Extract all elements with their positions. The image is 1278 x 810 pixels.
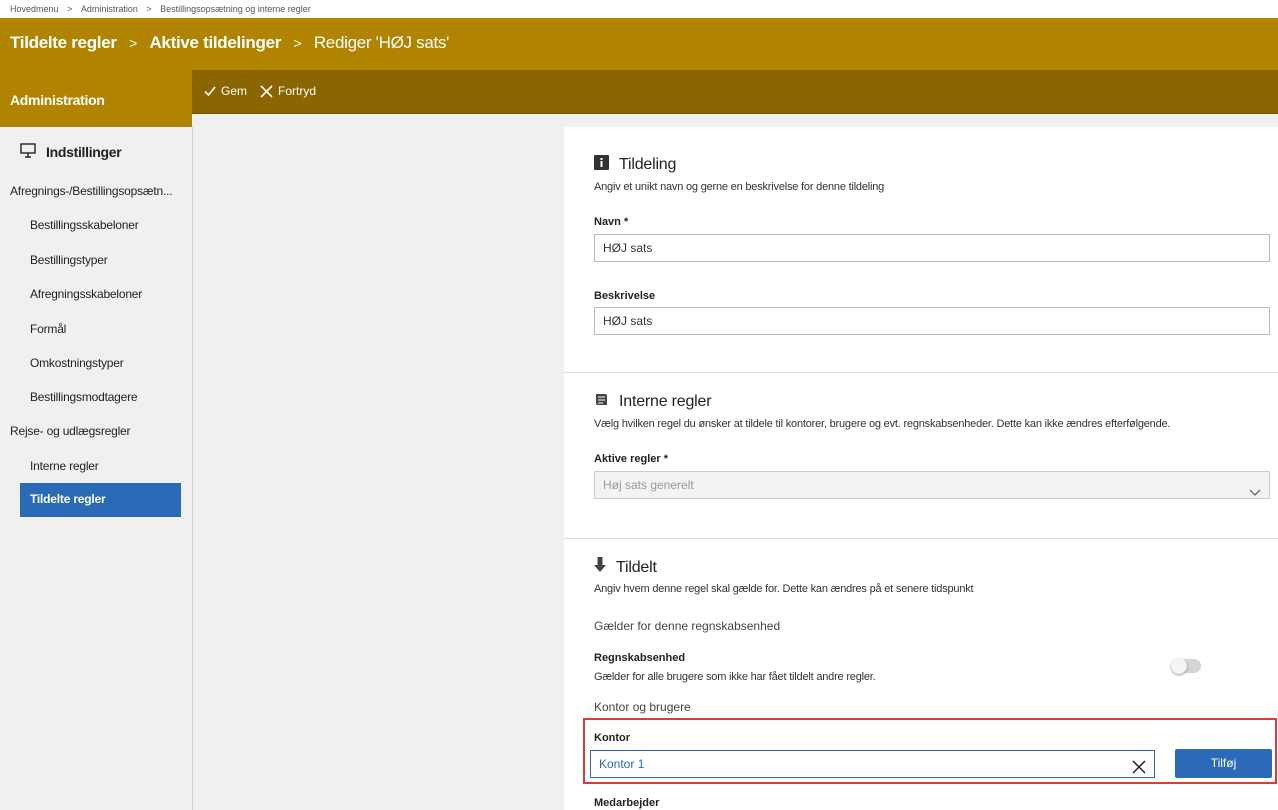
close-icon	[260, 84, 273, 98]
section-title-interne-regler: Interne regler	[594, 392, 712, 412]
section-description: Angiv hvem denne regel skal gælde for. D…	[594, 583, 974, 595]
section-title-label: Interne regler	[619, 393, 712, 410]
unit-label: Regnskabsenhed	[594, 652, 686, 664]
cancel-label: Fortryd	[278, 84, 317, 98]
unit-description: Gælder for alle brugere som ikke har fåe…	[594, 671, 876, 683]
breadcrumb-item-administration[interactable]: Administration	[81, 0, 138, 18]
applies-heading: Gælder for denne regnskabsenhed	[594, 619, 781, 633]
sidebar-header-label: Administration	[10, 92, 105, 108]
section-title-label: Tildelt	[616, 558, 657, 576]
sidebar-item-label: Tildelte regler	[30, 492, 106, 506]
monitor-icon	[20, 143, 36, 161]
clear-icon[interactable]	[1132, 757, 1146, 783]
page-title: Rediger 'HØJ sats'	[313, 33, 450, 52]
add-button[interactable]: Tilføj	[1175, 749, 1272, 778]
sidebar-item-omkostningstyper[interactable]: Omkostningstyper	[30, 356, 124, 370]
employee-field-label: Medarbejder	[594, 797, 660, 809]
cancel-button[interactable]: Fortryd	[260, 84, 316, 98]
edit-form-card: Tildeling Angiv et unikt navn og gerne e…	[564, 127, 1278, 810]
title-bar: Tildelte regler > Aktive tildelinger > R…	[0, 18, 1278, 70]
sidebar-item-bestillingsskabeloner[interactable]: Bestillingsskabeloner	[30, 218, 139, 232]
description-field-label: Beskrivelse	[594, 290, 656, 302]
arrow-down-icon	[594, 557, 606, 578]
info-icon	[594, 155, 609, 175]
action-toolbar: Gem Fortryd	[192, 70, 1278, 114]
save-label: Gem	[221, 84, 248, 98]
breadcrumb-separator: >	[67, 4, 73, 14]
sidebar-item-bestillingstyper[interactable]: Bestillingstyper	[30, 253, 108, 267]
breadcrumb-item-current[interactable]: Bestillingsopsætning og interne regler	[160, 0, 311, 18]
toggle-knob	[1171, 658, 1187, 674]
save-button[interactable]: Gem	[204, 84, 247, 98]
sidebar-item-bestillingsmodtagere[interactable]: Bestillingsmodtagere	[30, 390, 138, 404]
title-separator: >	[293, 35, 302, 51]
section-divider	[564, 538, 1278, 539]
title-crumb-tildelte-regler[interactable]: Tildelte regler	[10, 33, 117, 52]
sidebar-item-afregnings-bestillingsopsaetning[interactable]: Afregnings-/Bestillingsopsætn...	[10, 184, 173, 198]
name-field[interactable]: HØJ sats	[594, 234, 1270, 262]
sidebar-group-label: Indstillinger	[46, 144, 122, 160]
sidebar-item-interne-regler[interactable]: Interne regler	[30, 459, 99, 473]
checkmark-icon	[204, 85, 216, 97]
sidebar-item-afregningsskabeloner[interactable]: Afregningsskabeloner	[30, 287, 142, 301]
active-rules-label: Aktive regler *	[594, 453, 668, 465]
section-title-tildelt: Tildelt	[594, 557, 657, 578]
office-input-value: Kontor 1	[599, 757, 645, 771]
scroll-icon	[594, 392, 609, 412]
section-title-label: Tildeling	[619, 156, 677, 173]
chevron-down-icon	[1249, 480, 1261, 506]
section-title-tildeling: Tildeling	[594, 155, 676, 175]
title-crumb-aktive-tildelinger[interactable]: Aktive tildelinger	[149, 33, 281, 52]
name-field-label: Navn *	[594, 216, 629, 228]
active-rules-value: Høj sats generelt	[603, 478, 694, 492]
breadcrumb-separator: >	[146, 4, 152, 14]
sidebar: Indstillinger Afregnings-/Bestillingsops…	[0, 127, 193, 810]
section-description: Angiv et unikt navn og gerne en beskrive…	[594, 181, 885, 193]
office-input[interactable]: Kontor 1	[590, 750, 1155, 778]
breadcrumb: Hovedmenu > Administration > Bestillings…	[0, 0, 1278, 18]
sidebar-item-rejse-og-udlaegsregler[interactable]: Rejse- og udlægsregler	[10, 424, 131, 438]
unit-toggle[interactable]	[1171, 658, 1201, 674]
office-users-heading: Kontor og brugere	[594, 700, 691, 714]
section-divider	[564, 372, 1278, 373]
active-rules-select[interactable]: Høj sats generelt	[594, 471, 1270, 499]
breadcrumb-item-home[interactable]: Hovedmenu	[10, 0, 59, 18]
title-separator: >	[129, 35, 138, 51]
section-description: Vælg hvilken regel du ønsker at tildele …	[594, 418, 1171, 430]
sidebar-item-formaal[interactable]: Formål	[30, 322, 66, 336]
sidebar-header: Administration	[0, 70, 192, 127]
sidebar-group-indstillinger[interactable]: Indstillinger	[20, 143, 122, 161]
description-field[interactable]: HØJ sats	[594, 307, 1270, 335]
sidebar-item-tildelte-regler[interactable]: Tildelte regler	[20, 483, 181, 517]
